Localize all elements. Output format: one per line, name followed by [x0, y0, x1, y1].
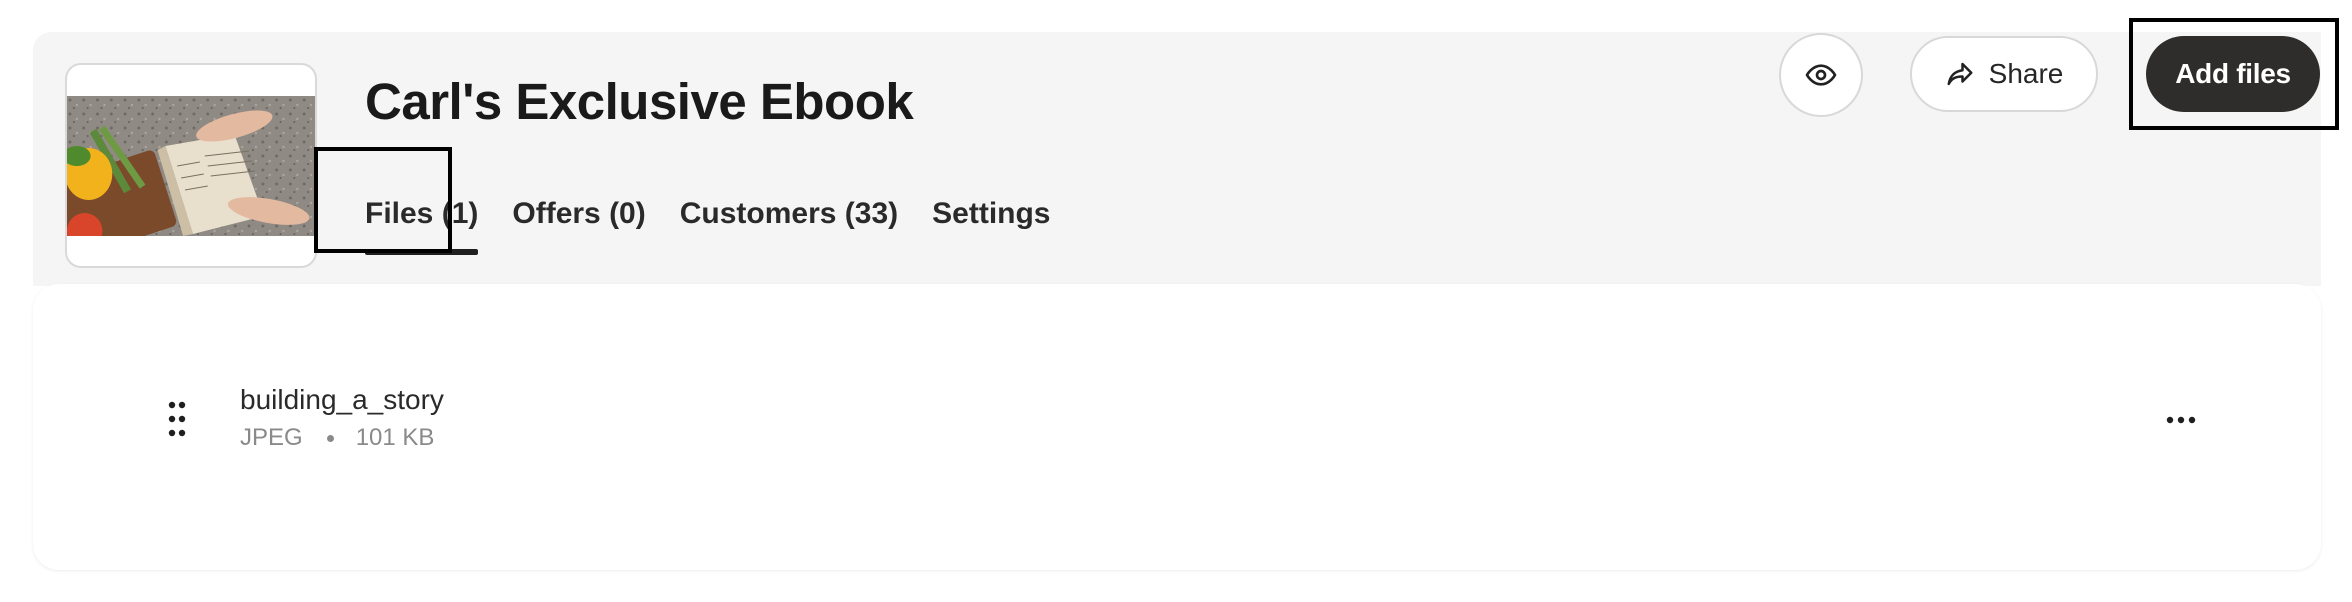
- more-options-button[interactable]: [2151, 402, 2211, 438]
- file-name[interactable]: building_a_story: [240, 384, 444, 416]
- file-type: JPEG: [240, 424, 303, 451]
- add-files-highlight: [2129, 18, 2339, 130]
- file-size: 101 KB: [355, 424, 435, 451]
- share-button[interactable]: Share: [1910, 36, 2098, 112]
- share-arrow-icon: [1947, 62, 1973, 86]
- file-meta: JPEG 101 KB: [240, 424, 434, 452]
- tab-customers[interactable]: Customers (33): [680, 197, 898, 255]
- preview-button[interactable]: [1779, 33, 1863, 117]
- tab-files-highlight: [314, 147, 452, 253]
- product-editor-page: Carl's Exclusive Ebook Files (1) Offers …: [0, 0, 2352, 602]
- product-tabs: Files (1) Offers (0) Customers (33) Sett…: [365, 197, 1085, 255]
- ellipsis-icon: [2166, 416, 2196, 424]
- drag-handle-icon[interactable]: [167, 400, 187, 440]
- files-list: building_a_story JPEG 101 KB: [33, 284, 2321, 570]
- eye-icon: [1805, 64, 1837, 86]
- tab-offers[interactable]: Offers (0): [512, 197, 645, 255]
- page-title: Carl's Exclusive Ebook: [365, 73, 914, 130]
- cover-photo-icon: [67, 96, 315, 236]
- tab-settings[interactable]: Settings: [932, 197, 1050, 255]
- product-thumbnail[interactable]: [65, 63, 317, 268]
- share-label: Share: [1988, 58, 2064, 89]
- separator-dot: [326, 434, 334, 442]
